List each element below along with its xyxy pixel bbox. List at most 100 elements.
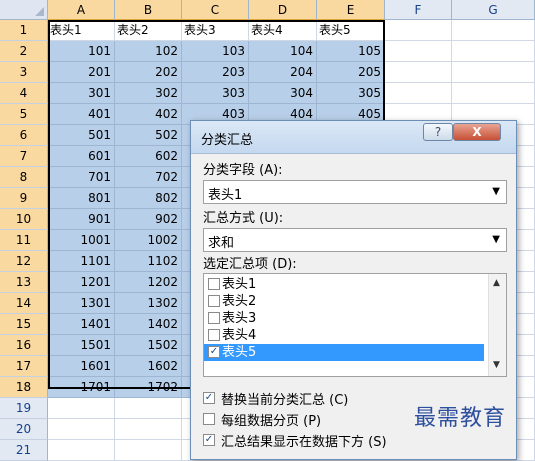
empty-cell[interactable] [115,419,182,440]
empty-cell[interactable] [48,440,115,461]
row-header-3[interactable]: 3 [0,62,48,83]
data-cell[interactable]: 702 [115,167,182,188]
empty-cell[interactable] [115,440,182,461]
data-cell[interactable]: 1401 [48,314,115,335]
column-header-e[interactable]: E [317,0,385,20]
scroll-down-icon[interactable]: ▼ [493,360,500,370]
empty-cell[interactable] [385,20,452,41]
data-cell[interactable]: 302 [115,83,182,104]
empty-cell[interactable] [48,398,115,419]
row-header-5[interactable]: 5 [0,104,48,125]
row-header-17[interactable]: 17 [0,356,48,377]
list-scrollbar[interactable]: ▲ ▼ [488,274,506,376]
data-cell[interactable]: 901 [48,209,115,230]
header-cell[interactable]: 表头3 [182,20,249,41]
dialog-titlebar[interactable]: 分类汇总 ? X [191,121,516,154]
scroll-up-icon[interactable]: ▲ [493,278,500,288]
data-cell[interactable]: 101 [48,41,115,62]
row-header-9[interactable]: 9 [0,188,48,209]
select-all-corner[interactable] [0,0,48,20]
data-cell[interactable]: 1602 [115,356,182,377]
data-cell[interactable]: 1302 [115,293,182,314]
data-cell[interactable]: 1701 [48,377,115,398]
data-cell[interactable]: 1002 [115,230,182,251]
data-cell[interactable]: 1102 [115,251,182,272]
data-cell[interactable]: 501 [48,125,115,146]
data-cell[interactable]: 802 [115,188,182,209]
row-header-6[interactable]: 6 [0,125,48,146]
option-checkbox[interactable]: ✓ [203,392,215,404]
list-item[interactable]: 表头1 [204,276,484,293]
data-cell[interactable]: 801 [48,188,115,209]
empty-cell[interactable] [452,83,535,104]
data-cell[interactable]: 701 [48,167,115,188]
item-checkbox[interactable] [208,278,220,290]
data-cell[interactable]: 1501 [48,335,115,356]
row-header-19[interactable]: 19 [0,398,48,419]
list-item[interactable]: 表头3 [204,310,484,327]
data-cell[interactable]: 305 [317,83,385,104]
data-cell[interactable]: 104 [249,41,317,62]
row-header-10[interactable]: 10 [0,209,48,230]
function-dropdown[interactable]: 求和 ▼ [203,228,507,252]
empty-cell[interactable] [385,83,452,104]
row-header-8[interactable]: 8 [0,167,48,188]
data-cell[interactable]: 402 [115,104,182,125]
data-cell[interactable]: 1201 [48,272,115,293]
data-cell[interactable]: 102 [115,41,182,62]
row-header-15[interactable]: 15 [0,314,48,335]
column-header-a[interactable]: A [48,0,115,20]
item-checkbox[interactable]: ✓ [208,346,220,358]
row-header-21[interactable]: 21 [0,440,48,461]
column-header-f[interactable]: F [385,0,452,20]
data-cell[interactable]: 1101 [48,251,115,272]
data-cell[interactable]: 204 [249,62,317,83]
data-cell[interactable]: 303 [182,83,249,104]
empty-cell[interactable] [385,41,452,62]
option-checkbox[interactable] [203,413,215,425]
data-cell[interactable]: 205 [317,62,385,83]
column-header-g[interactable]: G [452,0,535,20]
data-cell[interactable]: 203 [182,62,249,83]
data-cell[interactable]: 1202 [115,272,182,293]
data-cell[interactable]: 1502 [115,335,182,356]
empty-cell[interactable] [115,398,182,419]
header-cell[interactable]: 表头4 [249,20,317,41]
list-item[interactable]: 表头2 [204,293,484,310]
empty-cell[interactable] [385,62,452,83]
row-header-18[interactable]: 18 [0,377,48,398]
data-cell[interactable]: 1702 [115,377,182,398]
column-header-c[interactable]: C [182,0,249,20]
data-cell[interactable]: 601 [48,146,115,167]
row-header-1[interactable]: 1 [0,20,48,41]
header-cell[interactable]: 表头2 [115,20,182,41]
row-header-11[interactable]: 11 [0,230,48,251]
data-cell[interactable]: 202 [115,62,182,83]
header-cell[interactable]: 表头1 [48,20,115,41]
row-header-13[interactable]: 13 [0,272,48,293]
subtotal-items-list[interactable]: 表头1 表头2 表头3 表头4 ✓ 表头5 ▲ ▼ [203,273,507,377]
data-cell[interactable]: 502 [115,125,182,146]
empty-cell[interactable] [452,62,535,83]
row-header-7[interactable]: 7 [0,146,48,167]
column-header-b[interactable]: B [115,0,182,20]
data-cell[interactable]: 1601 [48,356,115,377]
data-cell[interactable]: 401 [48,104,115,125]
list-item[interactable]: ✓ 表头5 [204,344,484,361]
row-header-2[interactable]: 2 [0,41,48,62]
data-cell[interactable]: 1001 [48,230,115,251]
row-header-12[interactable]: 12 [0,251,48,272]
data-cell[interactable]: 201 [48,62,115,83]
data-cell[interactable]: 103 [182,41,249,62]
data-cell[interactable]: 301 [48,83,115,104]
help-button[interactable]: ? [423,123,453,141]
close-button[interactable]: X [453,123,501,141]
data-cell[interactable]: 1301 [48,293,115,314]
empty-cell[interactable] [452,41,535,62]
column-header-d[interactable]: D [249,0,317,20]
row-header-20[interactable]: 20 [0,419,48,440]
row-header-14[interactable]: 14 [0,293,48,314]
group-field-dropdown[interactable]: 表头1 ▼ [203,180,507,204]
data-cell[interactable]: 602 [115,146,182,167]
row-header-16[interactable]: 16 [0,335,48,356]
